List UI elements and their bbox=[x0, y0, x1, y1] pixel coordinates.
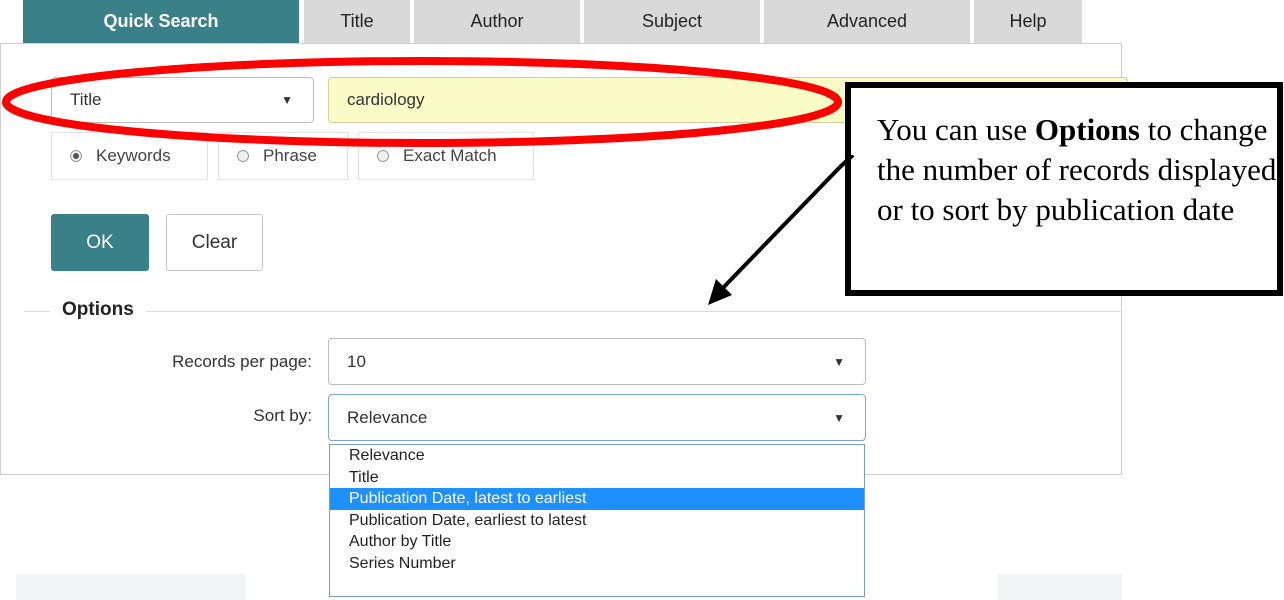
radio-keywords-label: Keywords bbox=[96, 146, 171, 165]
records-per-page-label: Records per page: bbox=[172, 352, 312, 371]
search-field-select[interactable]: Title ▼ bbox=[51, 77, 314, 123]
radio-unchecked-icon bbox=[377, 150, 389, 162]
callout-box: You can use Options to change the number… bbox=[845, 82, 1283, 296]
clear-button[interactable]: Clear bbox=[166, 214, 263, 271]
sort-by-select[interactable]: Relevance ▼ bbox=[328, 394, 866, 441]
sort-by-value: Relevance bbox=[347, 407, 428, 427]
ok-button[interactable]: OK bbox=[51, 214, 149, 271]
radio-phrase-label: Phrase bbox=[263, 146, 317, 165]
radio-exact-match-label: Exact Match bbox=[403, 146, 497, 165]
radio-keywords[interactable]: Keywords bbox=[51, 132, 208, 180]
tab-subject[interactable]: Subject bbox=[584, 0, 760, 43]
sort-by-dropdown-list: Relevance Title Publication Date, latest… bbox=[329, 444, 865, 597]
sort-option-relevance[interactable]: Relevance bbox=[330, 445, 864, 467]
sort-option-series-number[interactable]: Series Number bbox=[330, 553, 864, 575]
chevron-down-icon: ▼ bbox=[833, 410, 845, 425]
radio-checked-icon bbox=[70, 150, 82, 162]
sort-option-pubdate-earliest[interactable]: Publication Date, earliest to latest bbox=[330, 510, 864, 532]
callout-text-before: You can use bbox=[877, 112, 1035, 147]
tab-quick-search[interactable]: Quick Search bbox=[23, 0, 299, 43]
tab-help[interactable]: Help bbox=[974, 0, 1082, 43]
search-input-value: cardiology bbox=[347, 90, 425, 109]
options-legend: Options bbox=[50, 299, 146, 321]
search-field-select-value: Title bbox=[70, 90, 102, 109]
footer-strip bbox=[16, 574, 246, 600]
records-per-page-select[interactable]: 10 ▼ bbox=[328, 338, 866, 385]
tab-advanced[interactable]: Advanced bbox=[764, 0, 970, 43]
sort-by-label: Sort by: bbox=[253, 406, 312, 425]
tab-author[interactable]: Author bbox=[414, 0, 580, 43]
chevron-down-icon: ▼ bbox=[833, 354, 845, 369]
records-per-page-value: 10 bbox=[347, 351, 366, 371]
radio-phrase[interactable]: Phrase bbox=[218, 132, 348, 180]
callout-text-bold: Options bbox=[1034, 112, 1140, 147]
footer-strip bbox=[998, 574, 1122, 600]
chevron-down-icon: ▼ bbox=[281, 93, 293, 107]
radio-unchecked-icon bbox=[237, 150, 249, 162]
radio-exact-match[interactable]: Exact Match bbox=[358, 132, 534, 180]
sort-option-title[interactable]: Title bbox=[330, 467, 864, 489]
sort-option-author-by-title[interactable]: Author by Title bbox=[330, 531, 864, 553]
tab-bar: Quick Search Title Author Subject Advanc… bbox=[0, 0, 1284, 43]
sort-option-pubdate-latest[interactable]: Publication Date, latest to earliest bbox=[330, 488, 864, 510]
options-divider bbox=[24, 311, 1122, 312]
tab-title[interactable]: Title bbox=[304, 0, 410, 43]
